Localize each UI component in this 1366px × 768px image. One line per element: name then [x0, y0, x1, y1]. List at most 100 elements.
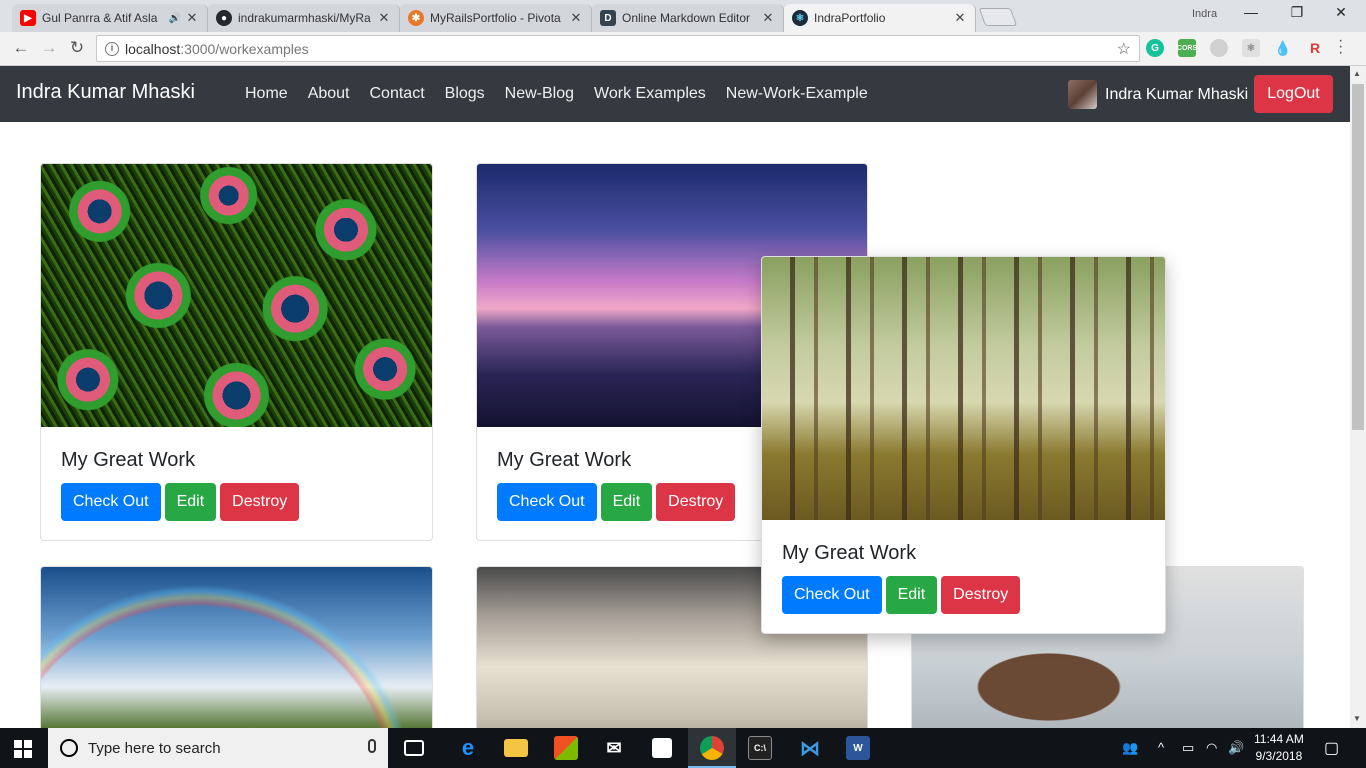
edit-button[interactable]: Edit	[164, 483, 217, 521]
edge-icon[interactable]: e	[456, 735, 480, 760]
nav-link-new-work-example[interactable]: New-Work-Example	[726, 85, 868, 103]
action-center-icon[interactable]: ▢	[1324, 738, 1339, 758]
check-out-button[interactable]: Check Out	[497, 483, 597, 521]
pivotal-icon: ✱	[408, 10, 424, 26]
destroy-button[interactable]: Destroy	[220, 483, 300, 521]
edit-button[interactable]: Edit	[885, 576, 938, 614]
restore-icon[interactable]: ❐	[1274, 4, 1320, 21]
url-host: localhost	[125, 40, 181, 57]
mail-icon[interactable]: ✉	[602, 736, 626, 760]
tab-title: Online Markdown Editor	[622, 11, 751, 25]
tab-title: MyRailsPortfolio - Pivota	[430, 11, 561, 25]
browser-tab-pivotal[interactable]: ✱ MyRailsPortfolio - Pivota ✕	[400, 4, 592, 32]
browser-tab-youtube[interactable]: ▶ Gul Panrra & Atif Asla 🔊 ✕	[12, 4, 208, 32]
card-actions: Check Out Edit Destroy	[61, 483, 303, 521]
people-icon[interactable]: 👥	[1122, 740, 1138, 756]
volume-icon[interactable]: 🔊	[1228, 740, 1244, 756]
store-icon[interactable]	[554, 736, 578, 760]
nav-user[interactable]: Indra Kumar Mhaski	[1068, 80, 1248, 109]
address-bar[interactable]: i localhost:3000/workexamples ☆	[96, 35, 1140, 62]
work-card: My Great Work Check Out Edit Destroy	[40, 163, 433, 541]
close-icon[interactable]: ✕	[761, 10, 775, 26]
vscode-icon[interactable]: ⋈	[798, 736, 822, 760]
user-name: Indra Kumar Mhaski	[1105, 85, 1249, 103]
cors-extension-icon[interactable]: CORS	[1177, 39, 1197, 57]
minimize-icon[interactable]: —	[1228, 4, 1274, 20]
check-out-button[interactable]: Check Out	[782, 576, 882, 614]
new-tab-button[interactable]	[978, 8, 1018, 26]
site-navbar: Indra Kumar Mhaski Home About Contact Bl…	[0, 66, 1350, 122]
profile-label[interactable]: Indra	[1192, 8, 1217, 20]
card-actions: Check Out Edit Destroy	[497, 483, 739, 521]
browser-tab-github[interactable]: ● indrakumarmhaski/MyRa ✕	[208, 4, 400, 32]
destroy-button[interactable]: Destroy	[656, 483, 736, 521]
browser-tab-markdown[interactable]: D Online Markdown Editor ✕	[592, 4, 784, 32]
reload-icon[interactable]: ↻	[66, 38, 88, 58]
bookmark-star-icon[interactable]: ☆	[1117, 39, 1131, 59]
taskbar-clock[interactable]: 11:44 AM 9/3/2018	[1254, 731, 1304, 765]
youtube-icon: ▶	[20, 10, 36, 26]
tray-chevron-icon[interactable]: ^	[1158, 740, 1164, 755]
edit-button[interactable]: Edit	[600, 483, 653, 521]
card-title: My Great Work	[61, 449, 196, 471]
tab-title: indrakumarmhaski/MyRa	[238, 11, 371, 25]
card-image-peacock	[41, 164, 432, 427]
windows-start-icon[interactable]	[14, 740, 32, 758]
clock-date: 9/3/2018	[1255, 749, 1303, 763]
close-icon[interactable]: ✕	[569, 10, 583, 26]
scrollbar-thumb[interactable]	[1352, 84, 1364, 430]
url-path: :3000/workexamples	[180, 40, 309, 57]
nav-link-new-blog[interactable]: New-Blog	[505, 85, 574, 103]
info-icon[interactable]: i	[105, 41, 119, 56]
word-icon[interactable]: W	[846, 736, 870, 760]
wifi-icon[interactable]: ◠	[1206, 740, 1217, 756]
extension-icon[interactable]	[1210, 39, 1228, 57]
page-scrollbar[interactable]: ▲ ▼	[1350, 66, 1366, 728]
nav-links: Home About Contact Blogs New-Blog Work E…	[245, 85, 888, 103]
check-out-button[interactable]: Check Out	[61, 483, 161, 521]
grammarly-icon[interactable]: G	[1146, 39, 1164, 57]
browser-toolbar: ← → ↻ i localhost:3000/workexamples ☆ G …	[0, 32, 1366, 66]
drop-extension-icon[interactable]: 💧	[1274, 39, 1292, 57]
work-card-hovered: My Great Work Check Out Edit Destroy	[761, 256, 1166, 634]
nav-link-home[interactable]: Home	[245, 85, 288, 103]
chrome-icon[interactable]	[700, 736, 724, 760]
back-icon[interactable]: ←	[10, 38, 32, 58]
tab-title: Gul Panrra & Atif Asla	[42, 11, 158, 25]
terminal-icon[interactable]: C:\	[748, 736, 772, 760]
forward-icon[interactable]: →	[38, 38, 60, 58]
nav-link-contact[interactable]: Contact	[370, 85, 425, 103]
redux-extension-icon[interactable]: R	[1306, 39, 1324, 57]
nav-link-about[interactable]: About	[308, 85, 350, 103]
file-explorer-icon[interactable]	[504, 739, 528, 757]
site-brand[interactable]: Indra Kumar Mhaski	[16, 81, 195, 104]
avatar	[1068, 80, 1097, 109]
nav-link-work-examples[interactable]: Work Examples	[594, 85, 706, 103]
cortana-icon	[60, 739, 78, 757]
destroy-button[interactable]: Destroy	[941, 576, 1021, 614]
window-close-icon[interactable]: ✕	[1318, 4, 1364, 21]
sticky-notes-icon[interactable]	[652, 738, 672, 758]
tab-title: IndraPortfolio	[814, 11, 886, 25]
chrome-menu-icon[interactable]: · · ·	[1338, 33, 1350, 61]
card-title: My Great Work	[782, 542, 917, 564]
browser-tab-indraportfolio[interactable]: ⚛ IndraPortfolio ✕	[784, 4, 976, 32]
taskbar-search-box[interactable]: Type here to search	[48, 728, 388, 768]
microphone-icon[interactable]	[368, 739, 376, 753]
task-view-icon[interactable]	[404, 740, 424, 756]
clock-time: 11:44 AM	[1254, 732, 1304, 746]
card-image-forest	[762, 257, 1165, 520]
scroll-down-icon[interactable]: ▼	[1353, 714, 1361, 723]
card-title: My Great Work	[497, 449, 632, 471]
nav-link-blogs[interactable]: Blogs	[445, 85, 485, 103]
close-icon[interactable]: ✕	[377, 10, 391, 26]
github-icon: ●	[216, 10, 232, 26]
battery-icon[interactable]: ▭	[1182, 740, 1194, 756]
logout-button[interactable]: LogOut	[1254, 75, 1333, 113]
scroll-up-icon[interactable]: ▲	[1353, 69, 1361, 78]
windows-taskbar: Type here to search e ✉ C:\ ⋈ W 👥 ^ ▭ ◠ …	[0, 728, 1366, 768]
speaker-icon[interactable]: 🔊	[169, 13, 181, 24]
close-icon[interactable]: ✕	[953, 10, 967, 26]
react-devtools-icon[interactable]: ⚛	[1242, 39, 1260, 57]
close-icon[interactable]: ✕	[185, 10, 199, 26]
